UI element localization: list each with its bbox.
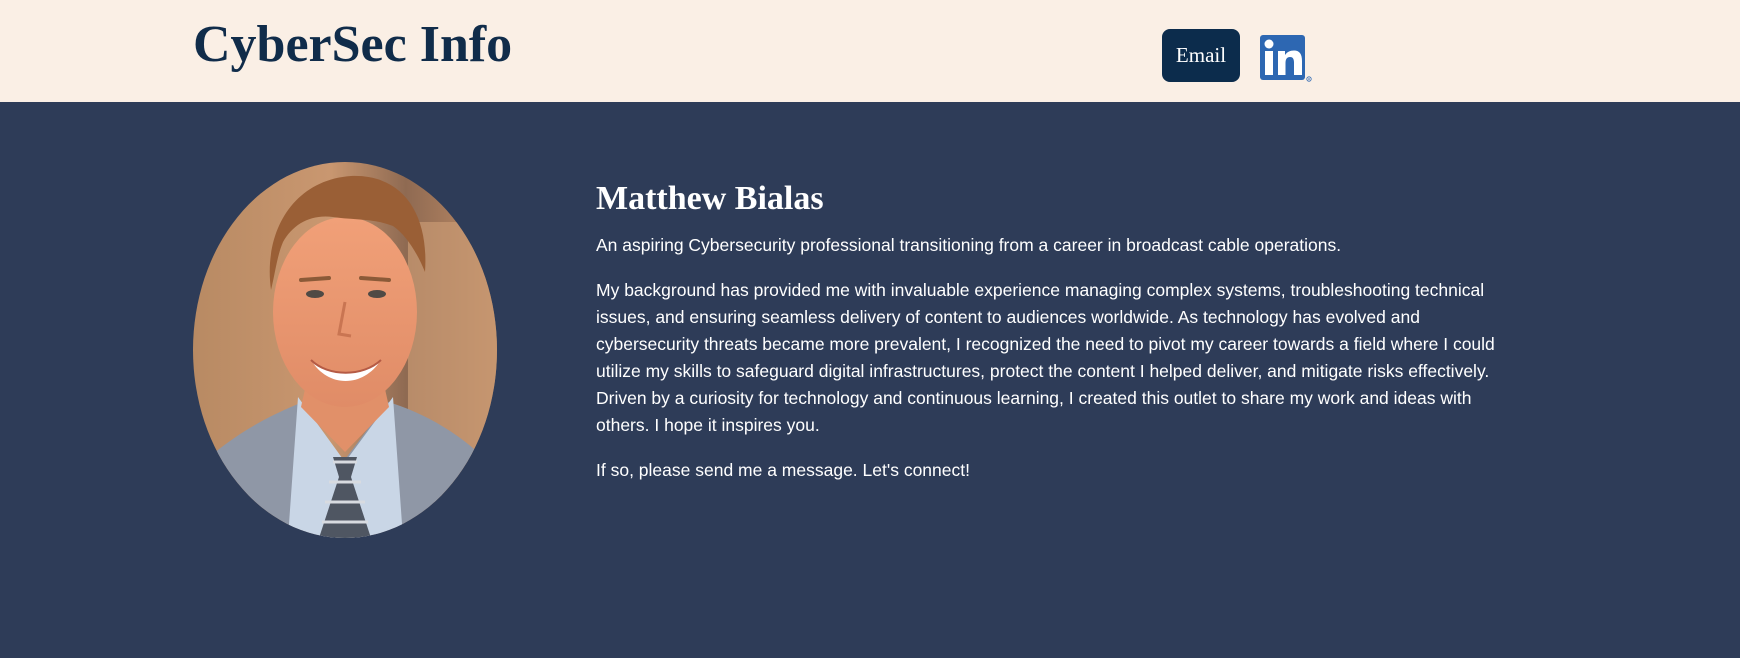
bio-tagline: An aspiring Cybersecurity professional t…: [596, 235, 1342, 255]
profile-name: Matthew Bialas: [596, 180, 824, 217]
site-title[interactable]: CyberSec Info: [193, 14, 512, 76]
linkedin-icon: [1260, 35, 1312, 82]
bio-call-to-action: If so, please send me a message. Let's c…: [596, 460, 970, 480]
bio-background: My background has provided me with inval…: [596, 280, 1495, 435]
site-header: CyberSec Info Email: [0, 0, 1740, 102]
profile-photo: [193, 162, 497, 538]
bio-section: Matthew Bialas An aspiring Cybersecurity…: [596, 178, 1506, 502]
linkedin-link[interactable]: [1259, 35, 1313, 83]
main-section: Matthew Bialas An aspiring Cybersecurity…: [0, 102, 1740, 658]
email-button[interactable]: Email: [1162, 29, 1240, 82]
